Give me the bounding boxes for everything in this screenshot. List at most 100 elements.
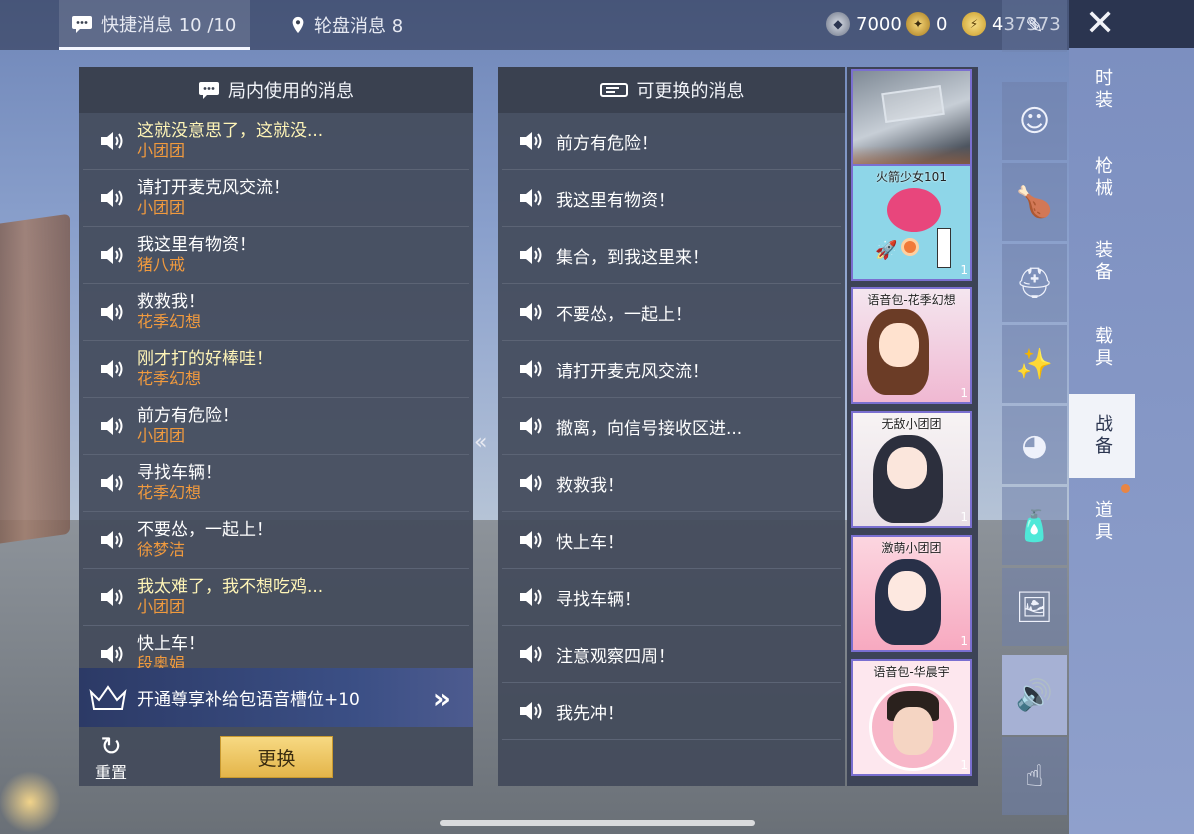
message-text-block: 前方有危险！ 小团团 (137, 406, 239, 446)
speaker-icon (520, 645, 542, 663)
list-item[interactable]: 不要怂，一起上！ (502, 284, 841, 341)
tab-wheel-messages[interactable]: 轮盘消息 8 (278, 0, 415, 50)
food-icon[interactable]: 🍗 (1002, 163, 1067, 241)
nav-item-equipment[interactable]: 装备 (1069, 220, 1135, 304)
spray-icon[interactable]: 🧴 (1002, 487, 1067, 565)
list-item[interactable]: 我这里有物资！ 猪八戒 (83, 227, 469, 284)
message-text: 快上车！ (556, 532, 624, 553)
double-chevron-right-icon: » (432, 682, 451, 715)
list-item[interactable]: 这就没意思了，这就没... 小团团 (83, 113, 469, 170)
message-source: 小团团 (137, 198, 186, 217)
message-text: 我先冲！ (556, 703, 624, 724)
currency-ag-value: 7000 (856, 13, 902, 35)
photo-icon[interactable]: 🖼 (1002, 568, 1067, 646)
message-text: 救救我！ (556, 475, 624, 496)
category-nav: 时装 枪械 装备 载具 战备 道具 (1069, 48, 1194, 834)
speaker-icon[interactable]: 🔊 (1002, 655, 1067, 735)
speaker-icon (520, 531, 542, 549)
list-item[interactable]: 注意观察四周！ (502, 626, 841, 683)
premium-promo-banner[interactable]: 开通尊享补给包语音槽位+10 » (79, 668, 473, 727)
promo-text: 开通尊享补给包语音槽位+10 (137, 690, 360, 710)
message-text-block: 我太难了，我不想吃鸡... 小团团 (137, 577, 323, 617)
helmet-icon[interactable]: ⛑ (1002, 244, 1067, 322)
message-text: 快上车！ (137, 634, 205, 654)
message-text-block: 救救我！ 花季幻想 (137, 292, 205, 332)
replaceable-messages-header: 可更换的消息 (498, 67, 845, 113)
list-item[interactable]: 请打开麦克风交流！ 小团团 (83, 170, 469, 227)
message-source: 小团团 (137, 597, 186, 616)
list-item[interactable]: 刚才打的好棒哇！ 花季幻想 (83, 341, 469, 398)
voice-pack-cute-tuantuan[interactable]: 激萌小团团 1 (851, 535, 972, 652)
list-item[interactable]: 救救我！ (502, 455, 841, 512)
list-item[interactable]: 我这里有物资！ (502, 170, 841, 227)
currency-token: ✦ 0 (906, 12, 947, 36)
crate-icon (881, 84, 945, 124)
pack-label: 火箭少女101 (876, 170, 947, 184)
ag-coin-icon: ◆ (826, 12, 850, 36)
list-item[interactable]: 撤离，向信号接收区进... (502, 398, 841, 455)
nav-item-weapons[interactable]: 枪械 (1069, 136, 1135, 220)
pack-label: 语音包-花季幻想 (867, 293, 956, 307)
message-text: 注意观察四周！ (556, 646, 675, 667)
list-item[interactable]: 快上车！ (502, 512, 841, 569)
speaker-icon (520, 474, 542, 492)
speaker-icon (101, 417, 123, 435)
message-text-block: 寻找车辆！ 花季幻想 (137, 463, 222, 503)
list-item[interactable]: 我太难了，我不想吃鸡... 小团团 (83, 569, 469, 626)
list-item[interactable]: 寻找车辆！ 花季幻想 (83, 455, 469, 512)
speaker-icon (101, 360, 123, 378)
list-item[interactable]: 寻找车辆！ (502, 569, 841, 626)
message-source: 小团团 (137, 141, 186, 160)
emote-icon[interactable]: ◕ (1002, 406, 1067, 484)
tap-icon[interactable]: ☝ (1002, 737, 1067, 815)
list-item[interactable]: 集合，到我这里来！ (502, 227, 841, 284)
character-face (888, 571, 926, 611)
hat-icon[interactable]: ✎ (1002, 0, 1067, 52)
speaker-icon (101, 588, 123, 606)
close-button[interactable]: ✕ (1069, 0, 1194, 48)
message-text: 刚才打的好棒哇！ (137, 349, 273, 369)
replaceable-message-list[interactable]: 前方有危险！ 我这里有物资！ 集合，到我这里来！ 不要怂，一起上！ 请打开麦克风交流！ 撤… (498, 113, 845, 740)
nav-item-vehicles[interactable]: 载具 (1069, 306, 1135, 390)
in-game-message-list[interactable]: 这就没意思了，这就没... 小团团 请打开麦克风交流！ 小团团 我这里有物资！ 猪八戒救救… (79, 113, 473, 668)
voice-pack-invincible-tuantuan[interactable]: 无敌小团团 1 (851, 411, 972, 528)
message-text: 前方有危险！ (137, 406, 239, 426)
panel-title: 可更换的消息 (636, 81, 745, 102)
list-item[interactable]: 请打开麦克风交流！ (502, 341, 841, 398)
speaker-icon (101, 246, 123, 264)
list-item[interactable]: 不要怂，一起上！ 徐梦洁 (83, 512, 469, 569)
swap-button[interactable]: 更换 (220, 736, 333, 778)
face-icon[interactable]: ☺ (1002, 82, 1067, 160)
tab-quick-messages[interactable]: 快捷消息 10 /10 (59, 0, 250, 50)
pack-label: 激萌小团团 (881, 541, 942, 555)
list-item[interactable]: 前方有危险！ 小团团 (83, 398, 469, 455)
speaker-icon (101, 531, 123, 549)
message-source: 猪八戒 (137, 255, 186, 274)
category-icon-column: ✎ ☺ 🍗 ⛑ ✨ ◕ 🧴 🖼 🔊 ☝ (1002, 0, 1067, 819)
speaker-icon (520, 246, 542, 264)
portrait-face (893, 707, 933, 755)
speaker-icon (101, 645, 123, 663)
voice-pack-column: 1 火箭少女101 🚀 1 语音包-花季幻想 1 无敌小团团 1 激萌小团团 1… (847, 67, 978, 786)
nav-item-battle-prep[interactable]: 战备 (1069, 394, 1135, 478)
voice-pack-flower-fantasy[interactable]: 语音包-花季幻想 1 (851, 287, 972, 404)
collapse-chevron-icon[interactable]: « (474, 430, 488, 455)
tab-quick-label: 快捷消息 10 /10 (101, 14, 237, 36)
magic-wand-icon[interactable]: ✨ (1002, 325, 1067, 403)
list-item[interactable]: 快上车！ 段奥娟 (83, 626, 469, 668)
voice-pack-rocket-girls[interactable]: 火箭少女101 🚀 1 (851, 164, 972, 281)
message-text: 撤离，向信号接收区进... (556, 418, 743, 439)
reset-button[interactable]: ↻ 重置 (91, 734, 131, 783)
message-text: 寻找车辆！ (556, 589, 641, 610)
list-item[interactable]: 前方有危险！ (502, 113, 841, 170)
nav-item-outfits[interactable]: 时装 (1069, 48, 1135, 132)
list-item[interactable]: 我先冲！ (502, 683, 841, 740)
target-icon (901, 238, 919, 256)
voice-pack-hua-chenyu[interactable]: 语音包-华晨宇 1 (851, 659, 972, 776)
speaker-icon (520, 303, 542, 321)
message-source: 花季幻想 (137, 312, 202, 331)
list-item[interactable]: 救救我！ 花季幻想 (83, 284, 469, 341)
banner-icon (937, 228, 951, 268)
crown-icon (89, 684, 127, 710)
pack-count: 1 (960, 634, 968, 648)
